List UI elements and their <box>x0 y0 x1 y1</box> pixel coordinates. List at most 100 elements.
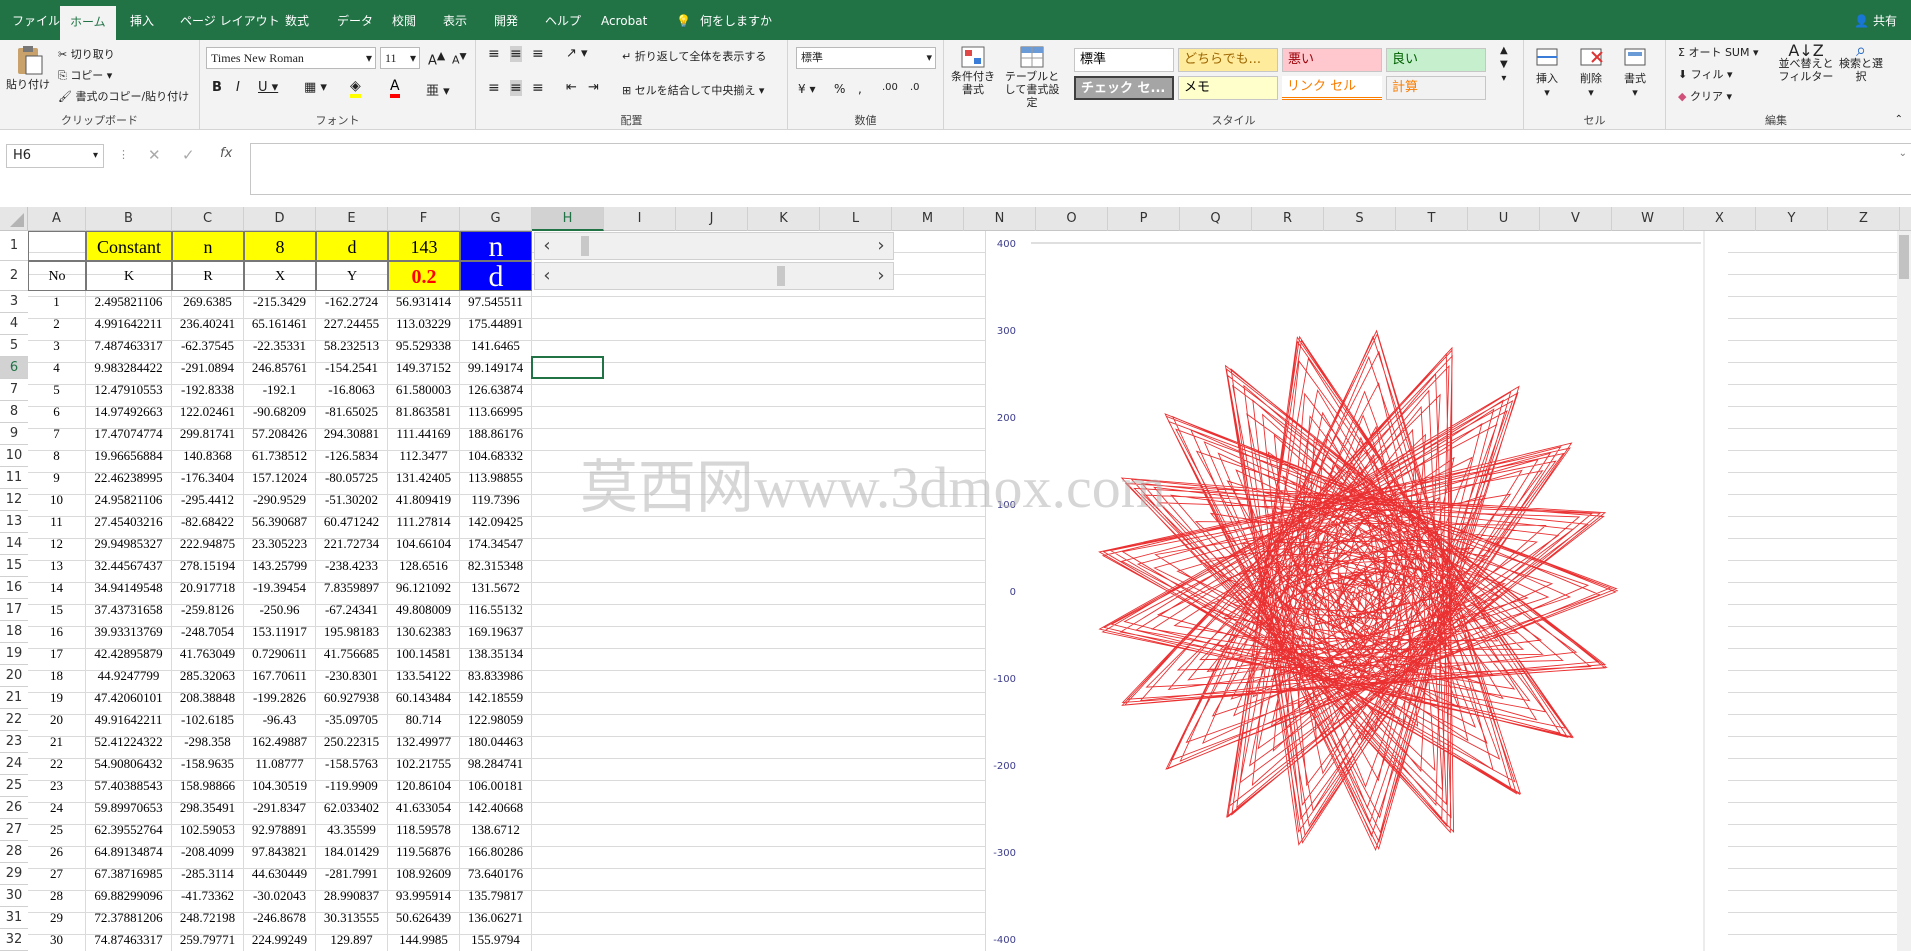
row-header[interactable]: 19 <box>0 643 28 665</box>
data-cell[interactable]: 111.27814 <box>388 511 460 533</box>
insert-function-icon[interactable]: fx <box>220 146 232 161</box>
row-header[interactable]: 7 <box>0 379 28 401</box>
collapse-ribbon-icon[interactable]: ⌃ <box>1895 114 1903 125</box>
cell-d-value[interactable]: 143 <box>388 231 460 261</box>
data-cell[interactable]: 122.02461 <box>172 401 244 423</box>
data-cell[interactable]: 180.04463 <box>460 731 532 753</box>
data-cell[interactable]: 175.44891 <box>460 313 532 335</box>
percent-button[interactable]: % <box>834 82 845 96</box>
row-header[interactable]: 29 <box>0 863 28 885</box>
autosum-button[interactable]: Σ オート SUM ▾ <box>1678 44 1759 60</box>
data-cell[interactable]: 169.19637 <box>460 621 532 643</box>
column-header-s[interactable]: S <box>1324 207 1396 231</box>
row-header[interactable]: 30 <box>0 885 28 907</box>
data-cell[interactable]: 149.37152 <box>388 357 460 379</box>
column-header-o[interactable]: O <box>1036 207 1108 231</box>
data-cell[interactable]: 30 <box>28 929 86 951</box>
cut-button[interactable]: ✂ 切り取り <box>58 46 115 62</box>
data-cell[interactable]: -192.8338 <box>172 379 244 401</box>
cell-style-item[interactable]: メモ <box>1178 76 1278 100</box>
paste-button[interactable]: 貼り付け <box>6 44 50 92</box>
data-cell[interactable]: 17 <box>28 643 86 665</box>
data-cell[interactable]: 119.7396 <box>460 489 532 511</box>
data-cell[interactable]: -291.0894 <box>172 357 244 379</box>
align-middle-icon[interactable]: ≡ <box>510 46 522 62</box>
data-cell[interactable]: -208.4099 <box>172 841 244 863</box>
data-cell[interactable]: 167.70611 <box>244 665 316 687</box>
data-cell[interactable]: 246.85761 <box>244 357 316 379</box>
row-header[interactable]: 5 <box>0 335 28 357</box>
cell-style-item[interactable]: リンク セル <box>1282 76 1382 100</box>
data-cell[interactable]: -51.30202 <box>316 489 388 511</box>
data-cell[interactable]: -281.7991 <box>316 863 388 885</box>
cell-constant-label[interactable]: Constant <box>86 231 172 261</box>
cell-n-label[interactable]: n <box>172 231 244 261</box>
data-cell[interactable]: 113.66995 <box>460 401 532 423</box>
data-cell[interactable]: 142.09425 <box>460 511 532 533</box>
row-header[interactable]: 11 <box>0 467 28 489</box>
data-cell[interactable]: 158.98866 <box>172 775 244 797</box>
data-cell[interactable]: 285.32063 <box>172 665 244 687</box>
data-cell[interactable]: 153.11917 <box>244 621 316 643</box>
data-cell[interactable]: 56.931414 <box>388 291 460 313</box>
data-cell[interactable]: 102.21755 <box>388 753 460 775</box>
data-cell[interactable]: 141.6465 <box>460 335 532 357</box>
data-cell[interactable]: 269.6385 <box>172 291 244 313</box>
cell-header-col-r[interactable]: R <box>172 261 244 291</box>
data-cell[interactable]: 72.37881206 <box>86 907 172 929</box>
clear-button[interactable]: ◆ クリア ▾ <box>1678 88 1732 104</box>
column-header-g[interactable]: G <box>460 207 532 231</box>
data-cell[interactable]: 129.897 <box>316 929 388 951</box>
data-cell[interactable]: -158.5763 <box>316 753 388 775</box>
row-header[interactable]: 15 <box>0 555 28 577</box>
data-cell[interactable]: -285.3114 <box>172 863 244 885</box>
column-header-u[interactable]: U <box>1468 207 1540 231</box>
data-cell[interactable]: -96.43 <box>244 709 316 731</box>
scroll-thumb[interactable] <box>581 236 589 256</box>
bold-button[interactable]: B <box>212 80 222 95</box>
align-left-icon[interactable]: ≡ <box>488 80 500 96</box>
formula-input[interactable] <box>250 143 1911 195</box>
conditional-format-button[interactable]: 条件付き書式 <box>950 44 996 96</box>
tab-page-layout[interactable]: ページ レイアウト <box>180 0 280 40</box>
row-header[interactable]: 24 <box>0 753 28 775</box>
format-painter-button[interactable]: 🖌 書式のコピー/貼り付け <box>58 88 189 104</box>
data-cell[interactable]: 12 <box>28 533 86 555</box>
indent-decrease-icon[interactable]: ⇤ <box>566 80 577 95</box>
data-cell[interactable]: 24 <box>28 797 86 819</box>
align-bottom-icon[interactable]: ≡ <box>532 46 544 62</box>
data-cell[interactable]: 62.39552764 <box>86 819 172 841</box>
data-cell[interactable]: 26 <box>28 841 86 863</box>
data-cell[interactable]: 97.843821 <box>244 841 316 863</box>
data-cell[interactable]: 42.42895879 <box>86 643 172 665</box>
row-header[interactable]: 14 <box>0 533 28 555</box>
data-cell[interactable]: 14.97492663 <box>86 401 172 423</box>
data-cell[interactable]: 44.630449 <box>244 863 316 885</box>
d-scrollbar-control[interactable]: ‹ › <box>534 262 894 290</box>
chevron-right-icon[interactable]: › <box>869 233 893 259</box>
cell-style-item[interactable]: どちらでも... <box>1178 48 1278 72</box>
data-cell[interactable]: 7.8359897 <box>316 577 388 599</box>
data-cell[interactable]: -154.2541 <box>316 357 388 379</box>
column-header-b[interactable]: B <box>86 207 172 231</box>
data-cell[interactable]: 7 <box>28 423 86 445</box>
data-cell[interactable]: -295.4412 <box>172 489 244 511</box>
data-cell[interactable]: 208.38848 <box>172 687 244 709</box>
cell-style-item[interactable]: 良い <box>1386 48 1486 72</box>
data-cell[interactable]: 61.580003 <box>388 379 460 401</box>
indent-increase-icon[interactable]: ⇥ <box>588 80 599 95</box>
data-cell[interactable]: 49.808009 <box>388 599 460 621</box>
data-cell[interactable]: 17.47074774 <box>86 423 172 445</box>
phonetic-button[interactable]: 亜 ▾ <box>426 80 450 99</box>
data-cell[interactable]: 136.06271 <box>460 907 532 929</box>
data-cell[interactable]: -215.3429 <box>244 291 316 313</box>
tab-review[interactable]: 校閲 <box>392 0 416 40</box>
column-header-e[interactable]: E <box>316 207 388 231</box>
data-cell[interactable]: 52.41224322 <box>86 731 172 753</box>
data-cell[interactable]: 60.927938 <box>316 687 388 709</box>
data-cell[interactable]: 166.80286 <box>460 841 532 863</box>
data-cell[interactable]: -30.02043 <box>244 885 316 907</box>
data-cell[interactable]: 6 <box>28 401 86 423</box>
cell-constant-value[interactable]: 0.2 <box>388 261 460 291</box>
data-cell[interactable]: 98.284741 <box>460 753 532 775</box>
